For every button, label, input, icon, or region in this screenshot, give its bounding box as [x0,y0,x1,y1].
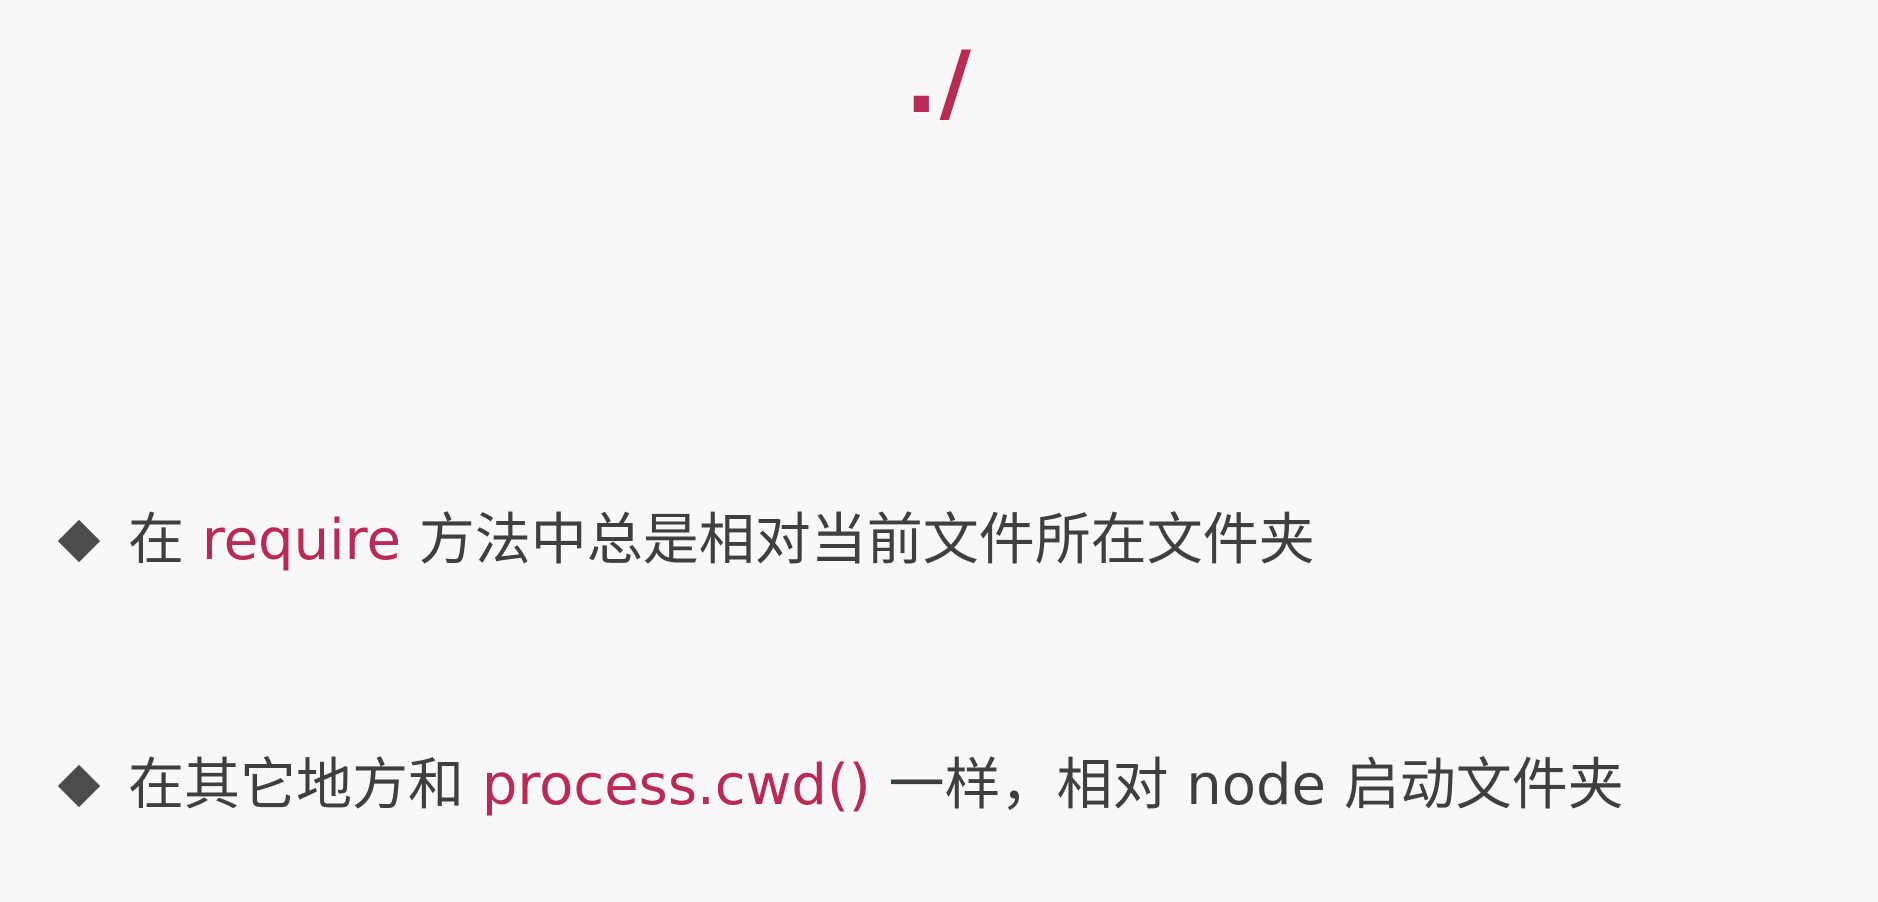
slide-title: ./ [904,33,974,133]
diamond-bullet-icon [57,519,101,563]
bullet-1-prefix: 在 [128,508,202,573]
slide: ./ 在 require 方法中总是相对当前文件所在文件夹 在其它地方和 pro… [0,0,1878,902]
bullet-2-suffix: 一样，相对 node 启动文件夹 [870,753,1624,818]
bullet-text-1: 在 require 方法中总是相对当前文件所在文件夹 [128,500,1315,582]
bullet-2-keyword: process.cwd() [481,753,871,818]
bullet-item-1: 在 require 方法中总是相对当前文件所在文件夹 [56,500,1315,582]
bullet-2-prefix: 在其它地方和 [128,753,482,818]
diamond-bullet-icon [57,764,101,808]
bullet-1-suffix: 方法中总是相对当前文件所在文件夹 [400,508,1315,573]
bullet-1-keyword: require [201,508,401,573]
bullet-text-2: 在其它地方和 process.cwd() 一样，相对 node 启动文件夹 [128,745,1624,827]
bullet-item-2: 在其它地方和 process.cwd() 一样，相对 node 启动文件夹 [56,745,1624,827]
